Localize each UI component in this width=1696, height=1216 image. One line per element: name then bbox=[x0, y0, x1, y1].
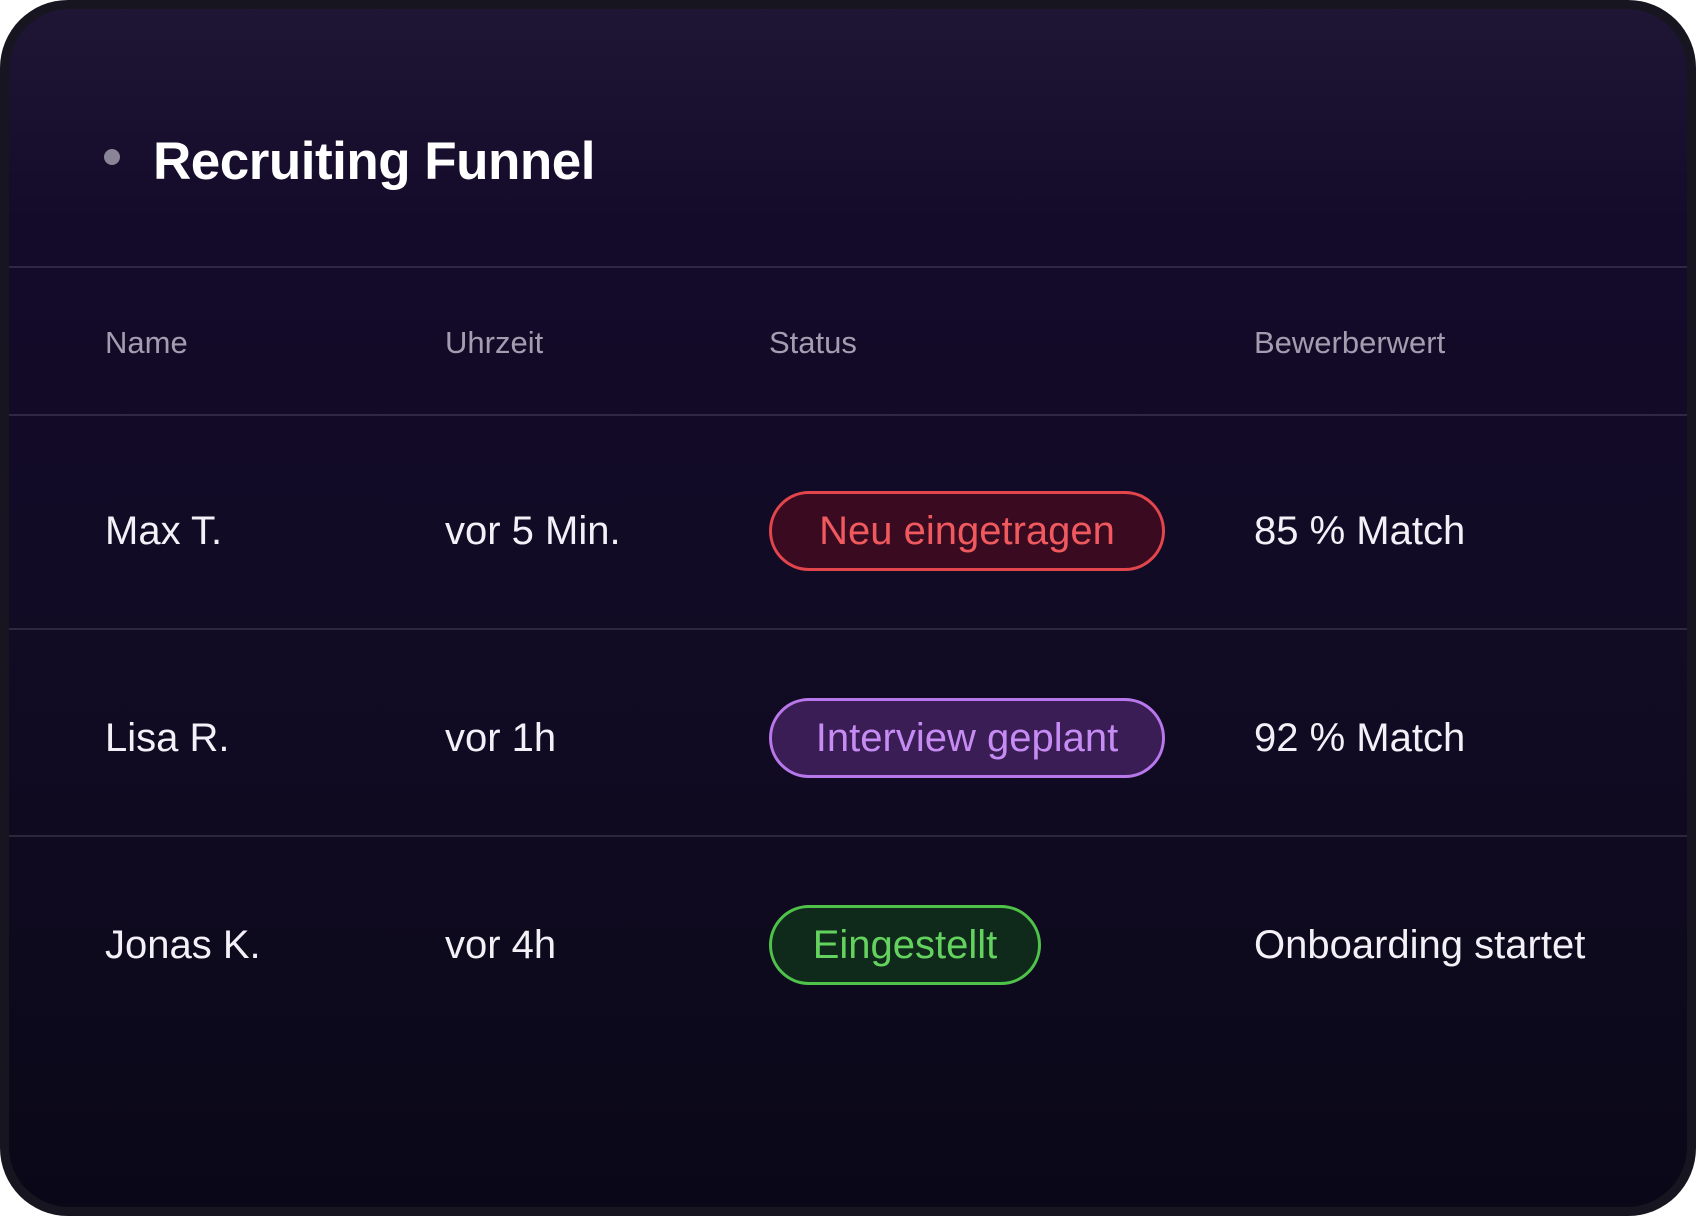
status-badge: Interview geplant bbox=[769, 698, 1165, 778]
candidate-time: vor 4h bbox=[445, 922, 557, 967]
table-header-divider bbox=[9, 414, 1687, 416]
column-header-value: Bewerberwert bbox=[1254, 325, 1446, 360]
device-frame: Recruiting Funnel Name Uhrzeit Status Be… bbox=[0, 0, 1696, 1216]
card-header: Recruiting Funnel bbox=[9, 9, 1687, 267]
candidate-name: Max T. bbox=[105, 508, 223, 553]
candidate-name: Lisa R. bbox=[105, 715, 230, 760]
status-badge: Eingestellt bbox=[769, 905, 1041, 985]
column-header-status: Status bbox=[769, 325, 857, 360]
title-bullet-icon bbox=[104, 149, 120, 165]
header-divider bbox=[9, 266, 1687, 268]
candidate-value: 92 % Match bbox=[1254, 715, 1466, 760]
candidate-value: 85 % Match bbox=[1254, 508, 1466, 553]
candidate-value: Onboarding startet bbox=[1254, 922, 1586, 967]
row-divider bbox=[9, 628, 1687, 630]
column-header-time: Uhrzeit bbox=[445, 325, 544, 360]
candidate-name: Jonas K. bbox=[105, 922, 261, 967]
status-badge: Neu eingetragen bbox=[769, 491, 1165, 571]
table-row[interactable]: Lisa R. vor 1h Interview geplant 92 % Ma… bbox=[9, 635, 1687, 841]
column-header-name: Name bbox=[105, 325, 188, 360]
status-cell: Interview geplant bbox=[769, 635, 1165, 841]
row-divider bbox=[9, 835, 1687, 837]
candidate-time: vor 1h bbox=[445, 715, 557, 760]
status-cell: Eingestellt bbox=[769, 842, 1041, 1048]
recruiting-funnel-card: Recruiting Funnel Name Uhrzeit Status Be… bbox=[9, 9, 1687, 1207]
table-row[interactable]: Max T. vor 5 Min. Neu eingetragen 85 % M… bbox=[9, 428, 1687, 634]
card-title: Recruiting Funnel bbox=[153, 132, 596, 191]
status-cell: Neu eingetragen bbox=[769, 428, 1165, 634]
table-row[interactable]: Jonas K. vor 4h Eingestellt Onboarding s… bbox=[9, 842, 1687, 1048]
candidate-time: vor 5 Min. bbox=[445, 508, 621, 553]
